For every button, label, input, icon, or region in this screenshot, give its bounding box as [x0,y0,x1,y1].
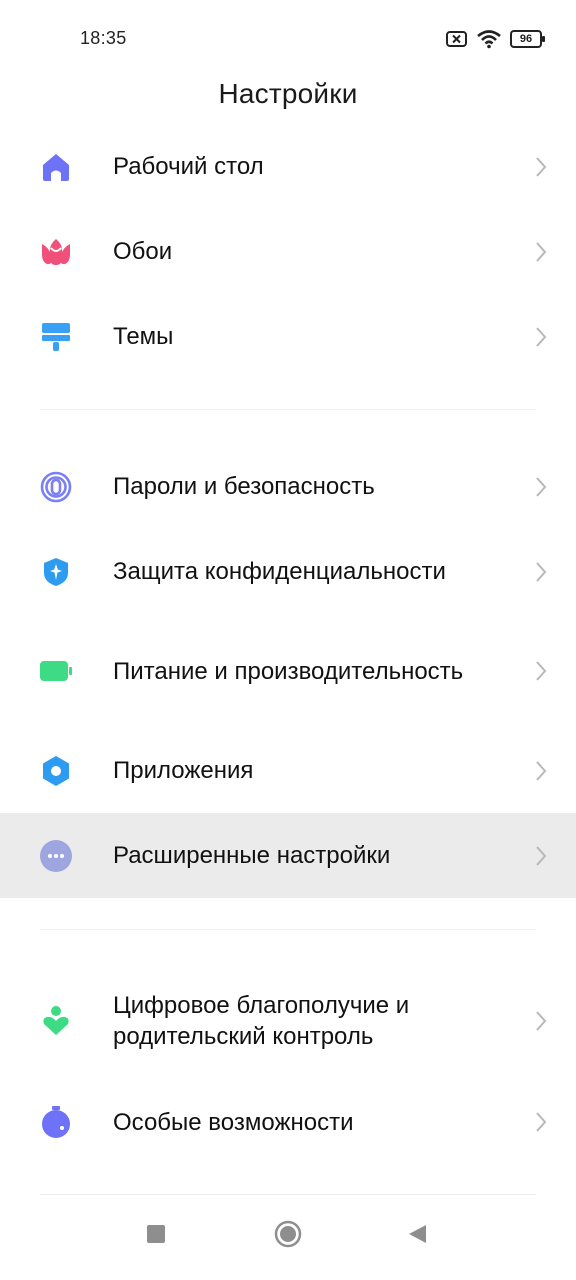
more-dots-icon [40,839,72,872]
sim-x-icon [446,30,468,48]
settings-item-desktop[interactable]: Рабочий стол [0,124,576,209]
chevron-right-icon [534,326,548,348]
wellbeing-icon [40,1005,72,1037]
divider [40,929,536,930]
accessibility-timer-icon [40,1106,72,1138]
settings-item-privacy[interactable]: Защита конфиденциальности [0,529,576,614]
divider [40,1194,536,1195]
settings-item-wallpaper[interactable]: Обои [0,209,576,294]
battery-level: 96 [519,33,533,45]
settings-item-label: Особые возможности [113,1108,354,1136]
home-icon [40,151,72,183]
page-title: Настройки [218,78,358,109]
settings-item-label: Пароли и безопасность [113,473,375,500]
chevron-right-icon [534,561,548,583]
settings-item-label: Темы [113,323,174,350]
chevron-right-icon [534,156,548,178]
wifi-icon [476,29,502,49]
settings-item-label: Расширенные настройки [113,842,391,869]
tulip-icon [40,236,72,268]
back-triangle-icon[interactable] [406,1223,428,1250]
settings-item-label: Защита конфиденциальности [113,558,446,585]
battery-icon: 96 [510,29,546,49]
settings-item-label: Приложения [113,757,254,784]
chevron-right-icon [534,241,548,263]
chevron-right-icon [534,476,548,498]
settings-item-passwords-security[interactable]: Пароли и безопасность [0,444,576,529]
privacy-shield-icon [40,556,72,588]
status-time: 18:35 [80,28,127,48]
navigation-bar [0,1200,576,1280]
chevron-right-icon [534,1010,548,1032]
status-icons: 96 [446,28,546,50]
paint-roller-icon [40,321,72,353]
settings-item-themes[interactable]: Темы [0,294,576,379]
settings-item-label: Обои [113,238,173,265]
gear-icon [40,755,72,787]
fingerprint-icon [40,471,72,503]
chevron-right-icon [534,845,548,867]
chevron-right-icon [534,660,548,682]
status-bar: 18:35 96 [0,0,576,76]
divider [40,409,536,410]
settings-item-apps[interactable]: Приложения [0,728,576,813]
settings-item-label: Питание и производительность [113,657,464,685]
settings-item-accessibility[interactable]: Особые возможности [0,1078,576,1166]
settings-item-additional-settings[interactable]: Расширенные настройки [0,813,576,898]
chevron-right-icon [534,1111,548,1133]
settings-item-label: Рабочий стол [113,153,264,180]
home-circle-icon[interactable] [274,1220,302,1253]
settings-item-digital-wellbeing[interactable]: Цифровое благополучие и родительский кон… [0,964,576,1078]
battery-green-icon [40,655,72,687]
recents-square-icon[interactable] [146,1224,166,1249]
settings-item-label: Цифровое благополучие и родительский кон… [113,992,410,1050]
chevron-right-icon [534,760,548,782]
settings-item-battery-performance[interactable]: Питание и производительность [0,614,576,728]
